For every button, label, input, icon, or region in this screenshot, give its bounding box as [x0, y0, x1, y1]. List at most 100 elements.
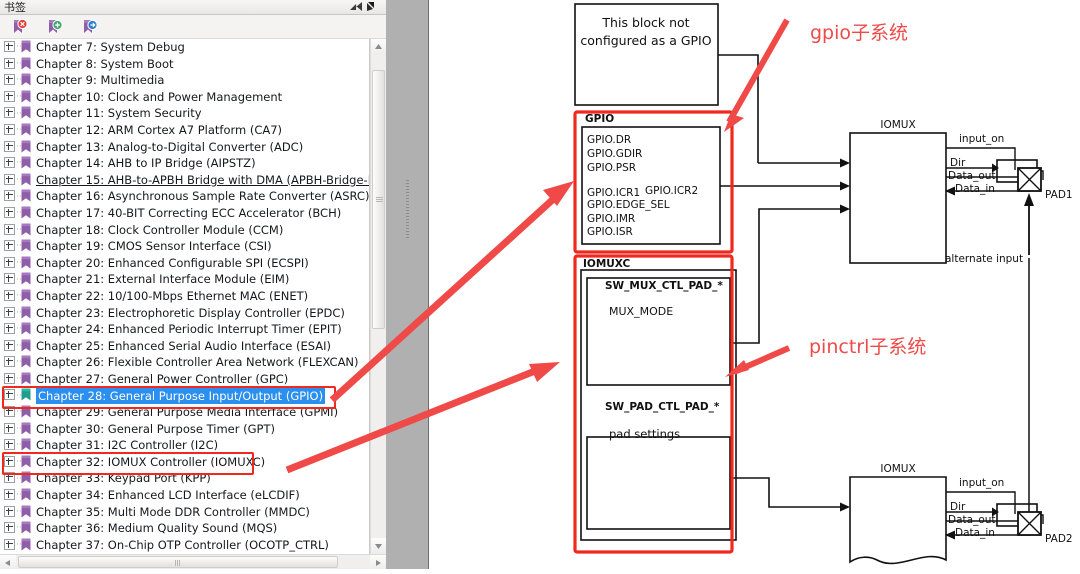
bookmark-flag-icon: [21, 505, 31, 518]
bookmark-row[interactable]: ·· Chapter 21: External Interface Module …: [0, 271, 369, 288]
bookmark-row[interactable]: ·· Chapter 13: Analog-to-Digital Converte…: [0, 139, 369, 156]
bookmark-flag-icon: [21, 173, 31, 186]
bookmark-row[interactable]: ·· Chapter 18: Clock Controller Module (C…: [0, 222, 369, 239]
expand-toggle-icon[interactable]: [4, 472, 15, 484]
panel-splitter[interactable]: [386, 0, 429, 569]
horizontal-scrollbar-thumb[interactable]: [18, 556, 338, 568]
splitter-grip[interactable]: [406, 180, 409, 240]
bookmark-row[interactable]: ·· Chapter 9: Multimedia: [0, 72, 369, 89]
gpio-reg-edgesel: GPIO.EDGE_SEL: [587, 199, 670, 211]
bookmark-label: Chapter 37: On-Chip OTP Controller (OCOT…: [36, 538, 329, 553]
scroll-left-arrow-icon[interactable]: [0, 555, 16, 569]
expand-toggle-icon[interactable]: [4, 107, 15, 119]
bookmark-label: Chapter 22: 10/100-Mbps Ethernet MAC (EN…: [36, 289, 309, 304]
expand-toggle-icon[interactable]: [4, 389, 15, 401]
bookmark-row[interactable]: ·· Chapter 22: 10/100-Mbps Ethernet MAC (…: [0, 288, 369, 305]
bookmark-row[interactable]: ·· Chapter 30: General Purpose Timer (GPT…: [0, 421, 369, 438]
bookmark-row[interactable]: ·· Chapter 7: System Debug: [0, 39, 369, 56]
bookmark-row[interactable]: ·· Chapter 24: Enhanced Periodic Interrup…: [0, 321, 369, 338]
expand-toggle-icon[interactable]: [4, 140, 15, 152]
bookmark-label: Chapter 29: General Purpose Media Interf…: [36, 405, 339, 420]
expand-toggle-icon[interactable]: [4, 422, 15, 434]
panel-collapse-icon[interactable]: [346, 1, 380, 14]
bookmark-row[interactable]: ·· Chapter 35: Multi Mode DDR Controller …: [0, 504, 369, 521]
bookmark-row[interactable]: ·· Chapter 11: System Security: [0, 105, 369, 122]
bookmark-row[interactable]: ·· Chapter 33: Keypad Port (KPP): [0, 470, 369, 487]
gpio-reg-psr: GPIO.PSR: [587, 162, 636, 174]
expand-toggle-icon[interactable]: [4, 206, 15, 218]
gpio-reg-icr2: GPIO.ICR2: [645, 185, 698, 197]
bookmark-row[interactable]: ·· Chapter 37: On-Chip OTP Controller (OC…: [0, 537, 369, 554]
iomux-top-label: IOMUX: [880, 119, 915, 131]
bookmark-row[interactable]: ·· Chapter 29: General Purpose Media Inte…: [0, 404, 369, 421]
panel-titlebar: 书签: [0, 0, 386, 15]
bookmark-flag-icon: [21, 272, 31, 285]
vertical-scrollbar[interactable]: [370, 39, 386, 554]
expand-toggle-icon[interactable]: [4, 90, 15, 102]
bookmark-row[interactable]: ·· Chapter 8: System Boot: [0, 56, 369, 73]
bookmark-row[interactable]: ·· Chapter 23: Electrophoretic Display Co…: [0, 305, 369, 322]
expand-toggle-icon[interactable]: [4, 273, 15, 285]
expand-toggle-icon[interactable]: [4, 323, 15, 335]
add-bookmark-icon[interactable]: [45, 18, 65, 37]
expand-toggle-icon[interactable]: [4, 123, 15, 135]
bookmark-row[interactable]: ·· Chapter 26: Flexible Controller Area N…: [0, 354, 369, 371]
bookmark-row[interactable]: ·· Chapter 17: 40-BIT Correcting ECC Acce…: [0, 205, 369, 222]
expand-toggle-icon[interactable]: [4, 356, 15, 368]
expand-toggle-icon[interactable]: [4, 256, 15, 268]
bookmark-row[interactable]: ·· Chapter 16: Asynchronous Sample Rate C…: [0, 188, 369, 205]
bookmark-toolbar: [0, 15, 386, 39]
expand-toggle-icon[interactable]: [4, 489, 15, 501]
gpio-reg-icr1: GPIO.ICR1: [587, 187, 640, 199]
bookmark-row[interactable]: ·· Chapter 32: IOMUX Controller (IOMUXC): [0, 454, 369, 471]
expand-toggle-icon[interactable]: [4, 41, 15, 52]
expand-toggle-icon[interactable]: [4, 57, 15, 69]
bookmark-label: Chapter 14: AHB to IP Bridge (AIPSTZ): [36, 156, 256, 171]
expand-toggle-icon[interactable]: [4, 190, 15, 202]
scroll-up-arrow-icon[interactable]: [371, 39, 386, 55]
expand-toggle-icon[interactable]: [4, 538, 15, 550]
bookmark-row[interactable]: ·· Chapter 36: Medium Quality Sound (MQS): [0, 520, 369, 537]
bookmark-row[interactable]: ·· Chapter 20: Enhanced Configurable SPI …: [0, 255, 369, 272]
expand-toggle-icon[interactable]: [4, 455, 15, 467]
expand-toggle-icon[interactable]: [4, 240, 15, 252]
scroll-down-arrow-icon[interactable]: [371, 538, 386, 554]
bookmark-row[interactable]: ·· Chapter 14: AHB to IP Bridge (AIPSTZ): [0, 155, 369, 172]
bookmark-row[interactable]: ·· Chapter 10: Clock and Power Management: [0, 89, 369, 106]
expand-toggle-icon[interactable]: [4, 505, 15, 517]
bookmark-list[interactable]: ·· Chapter 7: System Debug ·· Chapter 8: Sy…: [0, 39, 370, 554]
expand-toggle-icon[interactable]: [4, 74, 15, 86]
bookmark-row[interactable]: ·· Chapter 15: AHB-to-APBH Bridge with DM…: [0, 172, 369, 189]
expand-toggle-icon[interactable]: [4, 157, 15, 169]
bookmark-row[interactable]: ·· Chapter 19: CMOS Sensor Interface (CSI…: [0, 238, 369, 255]
expand-toggle-icon[interactable]: [4, 223, 15, 235]
bookmark-flag-icon: [21, 40, 31, 53]
bookmark-row[interactable]: ·· Chapter 27: General Power Controller (…: [0, 371, 369, 388]
horizontal-scrollbar[interactable]: [0, 554, 386, 569]
expand-toggle-icon[interactable]: [4, 439, 15, 451]
sw-pad-ctl-title: SW_PAD_CTL_PAD_*: [605, 401, 720, 413]
panel-title: 书签: [4, 1, 26, 14]
bookmark-row[interactable]: ·· Chapter 12: ARM Cortex A7 Platform (CA…: [0, 122, 369, 139]
red-annotation-arrows: [724, 18, 791, 377]
vertical-scrollbar-thumb[interactable]: [372, 70, 385, 329]
expand-toggle-icon[interactable]: [4, 306, 15, 318]
delete-bookmark-icon[interactable]: [10, 18, 30, 37]
bookmark-row[interactable]: ·· Chapter 34: Enhanced LCD Interface (eL…: [0, 487, 369, 504]
expand-toggle-icon[interactable]: [4, 406, 15, 418]
iomuxc-title: IOMUXC: [583, 258, 631, 270]
bookmark-flag-icon: [21, 123, 31, 136]
gpio-reg-dr: GPIO.DR: [587, 134, 631, 146]
expand-toggle-icon[interactable]: [4, 339, 15, 351]
bookmark-label: Chapter 26: Flexible Controller Area Net…: [36, 355, 359, 370]
bookmark-row[interactable]: ·· Chapter 28: General Purpose Input/Outp…: [0, 387, 369, 404]
bookmark-row[interactable]: ·· Chapter 31: I2C Controller (I2C): [0, 437, 369, 454]
expand-toggle-icon[interactable]: [4, 372, 15, 384]
goto-bookmark-icon[interactable]: [80, 18, 100, 37]
expand-toggle-icon[interactable]: [4, 289, 15, 301]
expand-toggle-icon[interactable]: [4, 522, 15, 534]
bookmark-row[interactable]: ·· Chapter 25: Enhanced Serial Audio Inte…: [0, 338, 369, 355]
expand-toggle-icon[interactable]: [4, 173, 15, 185]
iomux-top-block: [849, 132, 947, 264]
scroll-right-arrow-icon[interactable]: [370, 555, 386, 569]
